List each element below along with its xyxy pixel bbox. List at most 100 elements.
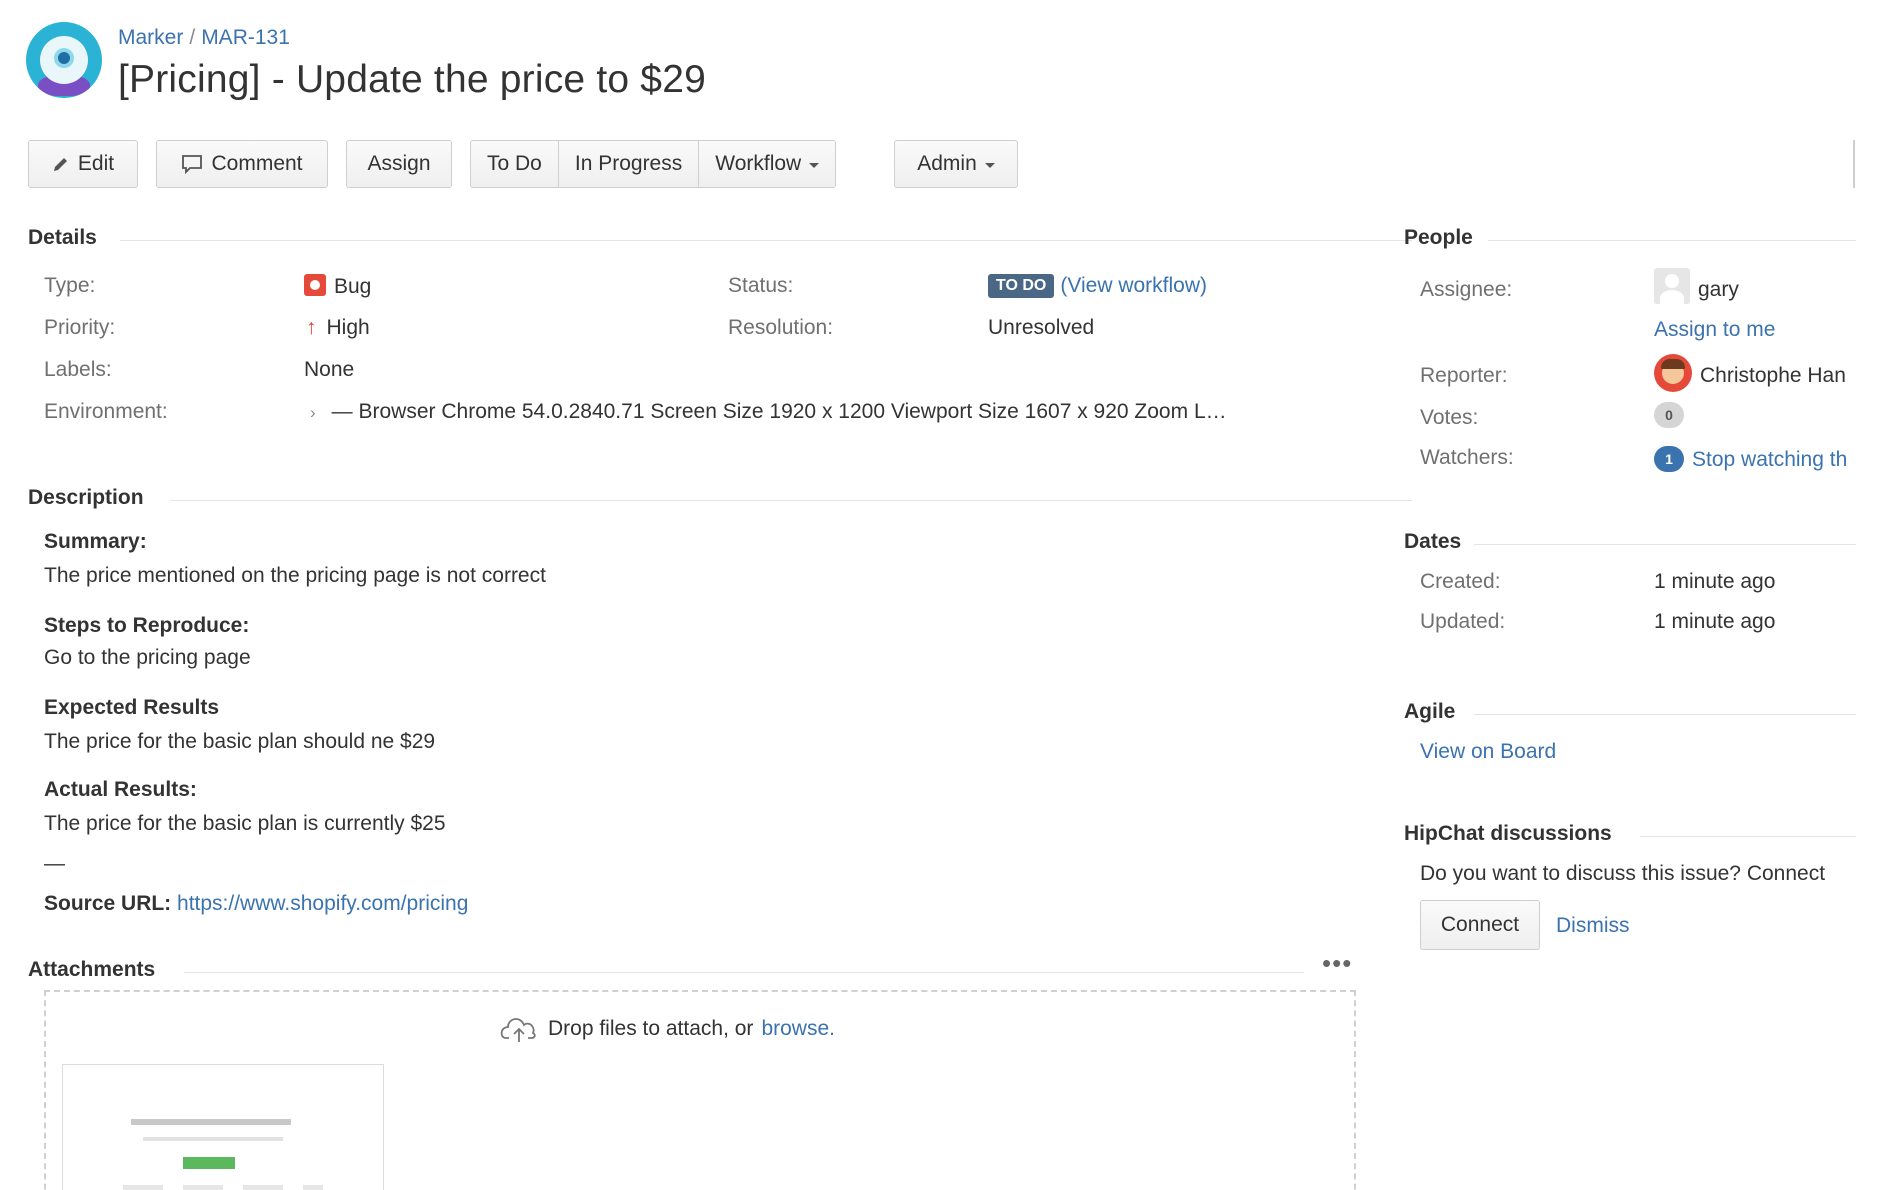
attachments-rule	[184, 972, 1304, 973]
type-label: Type:	[44, 274, 96, 297]
priority-value-text: High	[326, 316, 370, 339]
comment-button[interactable]: Comment	[156, 140, 328, 188]
details-heading-text: Details	[28, 226, 97, 249]
source-url-link[interactable]: https://www.shopify.com/pricing	[177, 892, 468, 915]
assign-button[interactable]: Assign	[346, 140, 452, 188]
hipchat-prompt: Do you want to discuss this issue? Conne…	[1420, 862, 1826, 885]
environment-label: Environment:	[44, 400, 168, 423]
agile-heading-text: Agile	[1404, 700, 1456, 723]
edit-button-label: Edit	[77, 152, 115, 175]
hipchat-heading: HipChat discussions	[1404, 822, 1612, 846]
labels-label: Labels:	[44, 358, 112, 381]
steps-text: Go to the pricing page	[44, 646, 251, 669]
assignee-name[interactable]: gary	[1698, 278, 1739, 302]
in-progress-button[interactable]: In Progress	[559, 141, 700, 187]
updated-value: 1 minute ago	[1654, 610, 1776, 633]
source-url-label: Source URL:	[44, 892, 172, 915]
edit-button[interactable]: Edit	[28, 140, 138, 188]
arrow-up-icon: ↑	[306, 316, 317, 339]
labels-value: None	[304, 358, 355, 381]
browse-link[interactable]: browse.	[761, 1017, 835, 1041]
environment-value-text: — Browser Chrome 54.0.2840.71 Screen Siz…	[331, 400, 1227, 423]
watchers-value: 1 Stop watching th	[1654, 446, 1847, 472]
attachment-thumbnail[interactable]	[62, 1064, 384, 1190]
source-url-row: Source URL: https://www.shopify.com/pric…	[44, 892, 468, 916]
steps-label: Steps to Reproduce:	[44, 614, 250, 637]
actual-label: Actual Results:	[44, 778, 197, 801]
project-avatar[interactable]	[26, 22, 102, 98]
dates-heading: Dates	[1404, 530, 1461, 554]
pencil-icon	[53, 158, 67, 171]
agile-heading: Agile	[1404, 700, 1455, 724]
admin-dropdown[interactable]: Admin	[894, 140, 1018, 188]
updated-label: Updated:	[1420, 610, 1506, 633]
cloud-upload-icon	[500, 1018, 536, 1042]
assign-to-me-link[interactable]: Assign to me	[1654, 318, 1775, 342]
votes-count-badge[interactable]: 0	[1654, 402, 1684, 428]
actual-text: The price for the basic plan is currentl…	[44, 812, 446, 835]
environment-value: › — Browser Chrome 54.0.2840.71 Screen Si…	[310, 400, 1227, 424]
view-workflow-link[interactable]: (View workflow)	[1060, 274, 1207, 297]
view-on-board-link[interactable]: View on Board	[1420, 740, 1556, 764]
todo-button-label: To Do	[487, 152, 542, 175]
reporter-avatar	[1654, 354, 1692, 392]
assign-button-label: Assign	[367, 152, 431, 175]
breadcrumb: Marker / MAR-131	[118, 26, 290, 50]
workflow-dropdown-label: Workflow	[715, 152, 802, 175]
dropzone-prompt: Drop files to attach, or browse.	[500, 1014, 835, 1044]
summary-label: Summary:	[44, 530, 147, 553]
created-value: 1 minute ago	[1654, 570, 1776, 593]
expected-label: Expected Results	[44, 696, 220, 719]
dates-heading-text: Dates	[1404, 530, 1462, 553]
comment-icon	[182, 155, 203, 174]
workflow-button-group: To Do In Progress Workflow	[470, 140, 837, 188]
breadcrumb-issue-key-link[interactable]: MAR-131	[201, 26, 290, 49]
attachments-heading: Attachments	[28, 958, 155, 982]
people-heading-text: People	[1404, 226, 1473, 249]
breadcrumb-project-link[interactable]: Marker	[118, 26, 183, 49]
stop-watching-link[interactable]: Stop watching th	[1692, 448, 1847, 471]
description-rule	[170, 500, 1412, 501]
details-rule	[120, 240, 1412, 241]
watchers-count-badge[interactable]: 1	[1654, 446, 1684, 472]
priority-label: Priority:	[44, 316, 116, 339]
dropzone-text: Drop files to attach, or	[548, 1017, 754, 1040]
description-heading: Description	[28, 486, 144, 510]
agile-rule	[1474, 714, 1856, 715]
dates-rule	[1474, 544, 1856, 545]
dismiss-link[interactable]: Dismiss	[1556, 914, 1630, 938]
hipchat-rule	[1640, 836, 1856, 837]
connect-button[interactable]: Connect	[1420, 900, 1540, 950]
description-divider: —	[44, 852, 65, 875]
reporter-name[interactable]: Christophe Han	[1700, 364, 1846, 388]
more-options-icon[interactable]: •••	[1322, 948, 1352, 979]
status-badge: TO DO	[988, 274, 1055, 298]
in-progress-button-label: In Progress	[574, 152, 683, 175]
created-label: Created:	[1420, 570, 1501, 593]
description-heading-text: Description	[28, 486, 144, 509]
hipchat-heading-text: HipChat discussions	[1404, 822, 1612, 845]
type-value-text: Bug	[334, 275, 372, 298]
votes-label: Votes:	[1420, 406, 1479, 429]
assignee-label: Assignee:	[1420, 278, 1513, 301]
comment-button-label: Comment	[211, 152, 303, 175]
people-rule	[1488, 240, 1856, 241]
resolution-label: Resolution:	[728, 316, 834, 339]
admin-dropdown-label: Admin	[917, 152, 977, 175]
priority-value: ↑ High	[306, 316, 370, 340]
breadcrumb-separator: /	[189, 26, 196, 49]
type-value: Bug	[304, 274, 371, 299]
details-heading: Details	[28, 226, 97, 250]
status-value: TO DO (View workflow)	[988, 274, 1207, 298]
summary-text: The price mentioned on the pricing page …	[44, 564, 546, 587]
todo-button[interactable]: To Do	[471, 141, 559, 187]
chevron-right-icon[interactable]: ›	[310, 403, 316, 422]
caret-down-icon	[984, 162, 995, 168]
watchers-label: Watchers:	[1420, 446, 1514, 469]
workflow-dropdown[interactable]: Workflow	[699, 141, 835, 187]
attachments-heading-text: Attachments	[28, 958, 156, 981]
people-heading: People	[1404, 226, 1473, 250]
bug-icon	[304, 274, 326, 296]
toolbar-edge	[1853, 140, 1855, 188]
status-label: Status:	[728, 274, 794, 297]
